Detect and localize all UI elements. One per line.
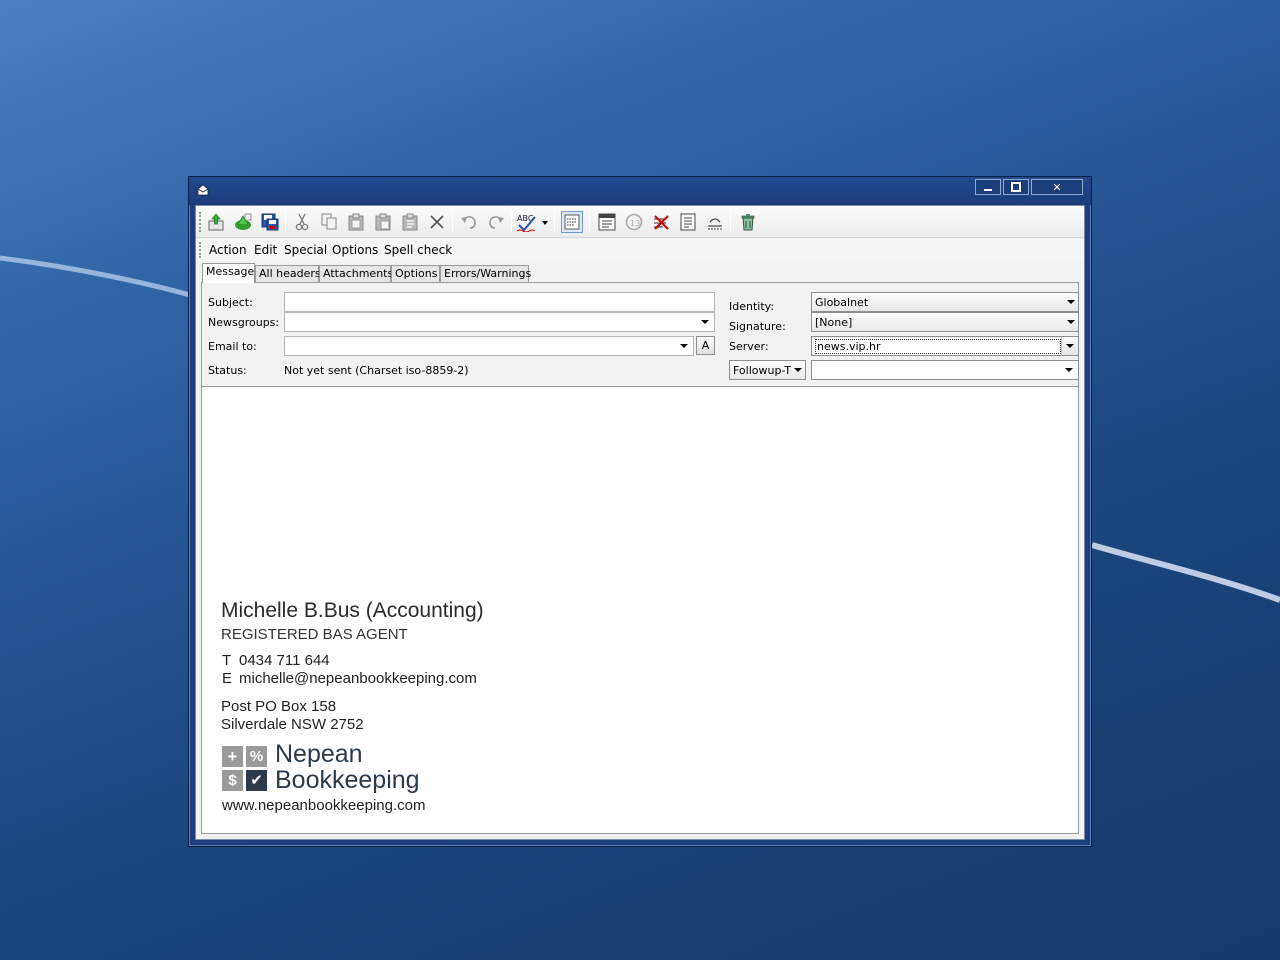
subject-input[interactable]	[284, 292, 715, 312]
menu-spell-check[interactable]: Spell check	[384, 243, 452, 257]
send-later-icon[interactable]	[232, 211, 254, 233]
followup-to-input[interactable]	[811, 360, 1079, 380]
email-to-input[interactable]	[284, 336, 694, 356]
tab-attachments[interactable]: Attachments	[319, 265, 393, 282]
word-wrap-icon[interactable]	[561, 211, 583, 233]
minimize-button[interactable]	[975, 179, 1001, 195]
signature-label: Signature:	[729, 320, 786, 333]
redo-icon[interactable]	[485, 211, 507, 233]
delete-icon[interactable]	[426, 211, 448, 233]
server-select[interactable]: news.vip.hr	[811, 336, 1079, 356]
maximize-button[interactable]	[1003, 179, 1029, 195]
menu-bar: Action Edit Special Options Spell check	[196, 239, 1084, 261]
address-book-button[interactable]: A	[696, 336, 715, 355]
tab-all-headers[interactable]: All headers	[255, 265, 321, 282]
paste-special-icon[interactable]	[399, 211, 421, 233]
send-icon[interactable]	[205, 211, 227, 233]
cut-icon[interactable]	[291, 211, 313, 233]
email-prefix: E	[222, 670, 233, 687]
window-client: ABC 13 Action Edit Special Options Spell…	[195, 205, 1085, 840]
chevron-down-icon	[1065, 368, 1073, 372]
subject-label: Subject:	[208, 296, 253, 309]
chevron-down-icon[interactable]	[680, 344, 688, 348]
checkmark-icon: ✔	[246, 770, 267, 791]
server-label: Server:	[729, 340, 769, 353]
close-icon: ✕	[1052, 180, 1062, 194]
menu-options[interactable]: Options	[332, 243, 378, 257]
plus-icon: +	[222, 746, 243, 767]
newsgroups-input[interactable]	[284, 312, 715, 332]
envelope-icon	[197, 184, 209, 196]
logo-text-nepean: Nepean	[275, 740, 363, 768]
signature-email: michelle@nepeanbookkeeping.com	[239, 670, 477, 687]
email-to-label: Email to:	[208, 340, 257, 353]
svg-text:13: 13	[630, 219, 640, 228]
signature-phone: 0434 711 644	[239, 652, 330, 669]
percent-icon: %	[246, 746, 267, 767]
server-dropdown-button[interactable]	[1061, 337, 1078, 355]
signature-select[interactable]: [None]	[811, 312, 1079, 332]
identity-label: Identity:	[729, 300, 775, 313]
server-value: news.vip.hr	[815, 339, 1061, 354]
spell-check-icon[interactable]: ABC	[516, 211, 550, 233]
signature-value: [None]	[815, 316, 853, 329]
insert-file-icon[interactable]	[677, 211, 699, 233]
chevron-down-icon	[1067, 300, 1075, 304]
toolbar: ABC 13	[196, 206, 1084, 238]
status-value: Not yet sent (Charset iso-8859-2)	[284, 364, 469, 377]
minimize-icon	[976, 180, 1000, 194]
menu-special[interactable]: Special	[284, 243, 327, 257]
signature-website: www.nepeanbookkeeping.com	[222, 797, 426, 814]
tab-errors-warnings[interactable]: Errors/Warnings	[440, 265, 531, 282]
signature-name: Michelle B.Bus (Accounting)	[221, 599, 484, 622]
menu-grip[interactable]	[199, 242, 202, 258]
phone-prefix: T	[222, 652, 232, 669]
undo-icon[interactable]	[458, 211, 480, 233]
dollar-icon: $	[222, 770, 243, 791]
discard-icon[interactable]	[737, 211, 759, 233]
nepean-logo-mark: + % $ ✔	[222, 746, 268, 792]
identity-value: Globalnet	[815, 296, 869, 309]
status-label: Status:	[208, 364, 247, 377]
followup-type-select[interactable]: Followup-T	[729, 360, 806, 380]
signature-address-line1: Post PO Box 158	[221, 698, 337, 715]
menu-action[interactable]: Action	[209, 243, 247, 257]
chevron-down-icon[interactable]	[701, 320, 709, 324]
paste-quote-icon[interactable]	[372, 211, 394, 233]
copy-icon[interactable]	[318, 211, 340, 233]
followup-type-label: Followup-T	[733, 364, 792, 377]
message-panel: Subject: Newsgroups: Email to: A Status:…	[201, 282, 1079, 834]
close-button[interactable]: ✕	[1031, 179, 1083, 195]
signature-address-line2: Silverdale NSW 2752	[221, 716, 364, 733]
insert-header-icon[interactable]	[596, 211, 618, 233]
title-bar[interactable]: ✕	[189, 177, 1091, 205]
menu-edit[interactable]: Edit	[254, 243, 277, 257]
save-draft-icon[interactable]	[259, 211, 281, 233]
tab-message[interactable]: Message	[202, 263, 255, 283]
identity-select[interactable]: Globalnet	[811, 292, 1079, 312]
tab-options[interactable]: Options	[391, 265, 440, 282]
rot13-icon[interactable]: 13	[623, 211, 645, 233]
logo-text-bookkeeping: Bookkeeping	[275, 766, 420, 794]
newsgroups-label: Newsgroups:	[208, 316, 280, 329]
message-body-editor[interactable]: Michelle B.Bus (Accounting) REGISTERED B…	[202, 386, 1078, 833]
toolbar-grip[interactable]	[199, 212, 202, 232]
paste-icon[interactable]	[345, 211, 367, 233]
remove-icon[interactable]	[650, 211, 672, 233]
chevron-down-icon	[1067, 320, 1075, 324]
chevron-down-icon	[794, 368, 802, 372]
signature-title: REGISTERED BAS AGENT	[221, 626, 408, 643]
maximize-icon	[1004, 180, 1028, 194]
chevron-down-icon	[1066, 344, 1074, 348]
compose-window: ✕ ABC 13 Action Edit Special Options Spe…	[188, 176, 1092, 847]
reflow-icon[interactable]	[704, 211, 726, 233]
